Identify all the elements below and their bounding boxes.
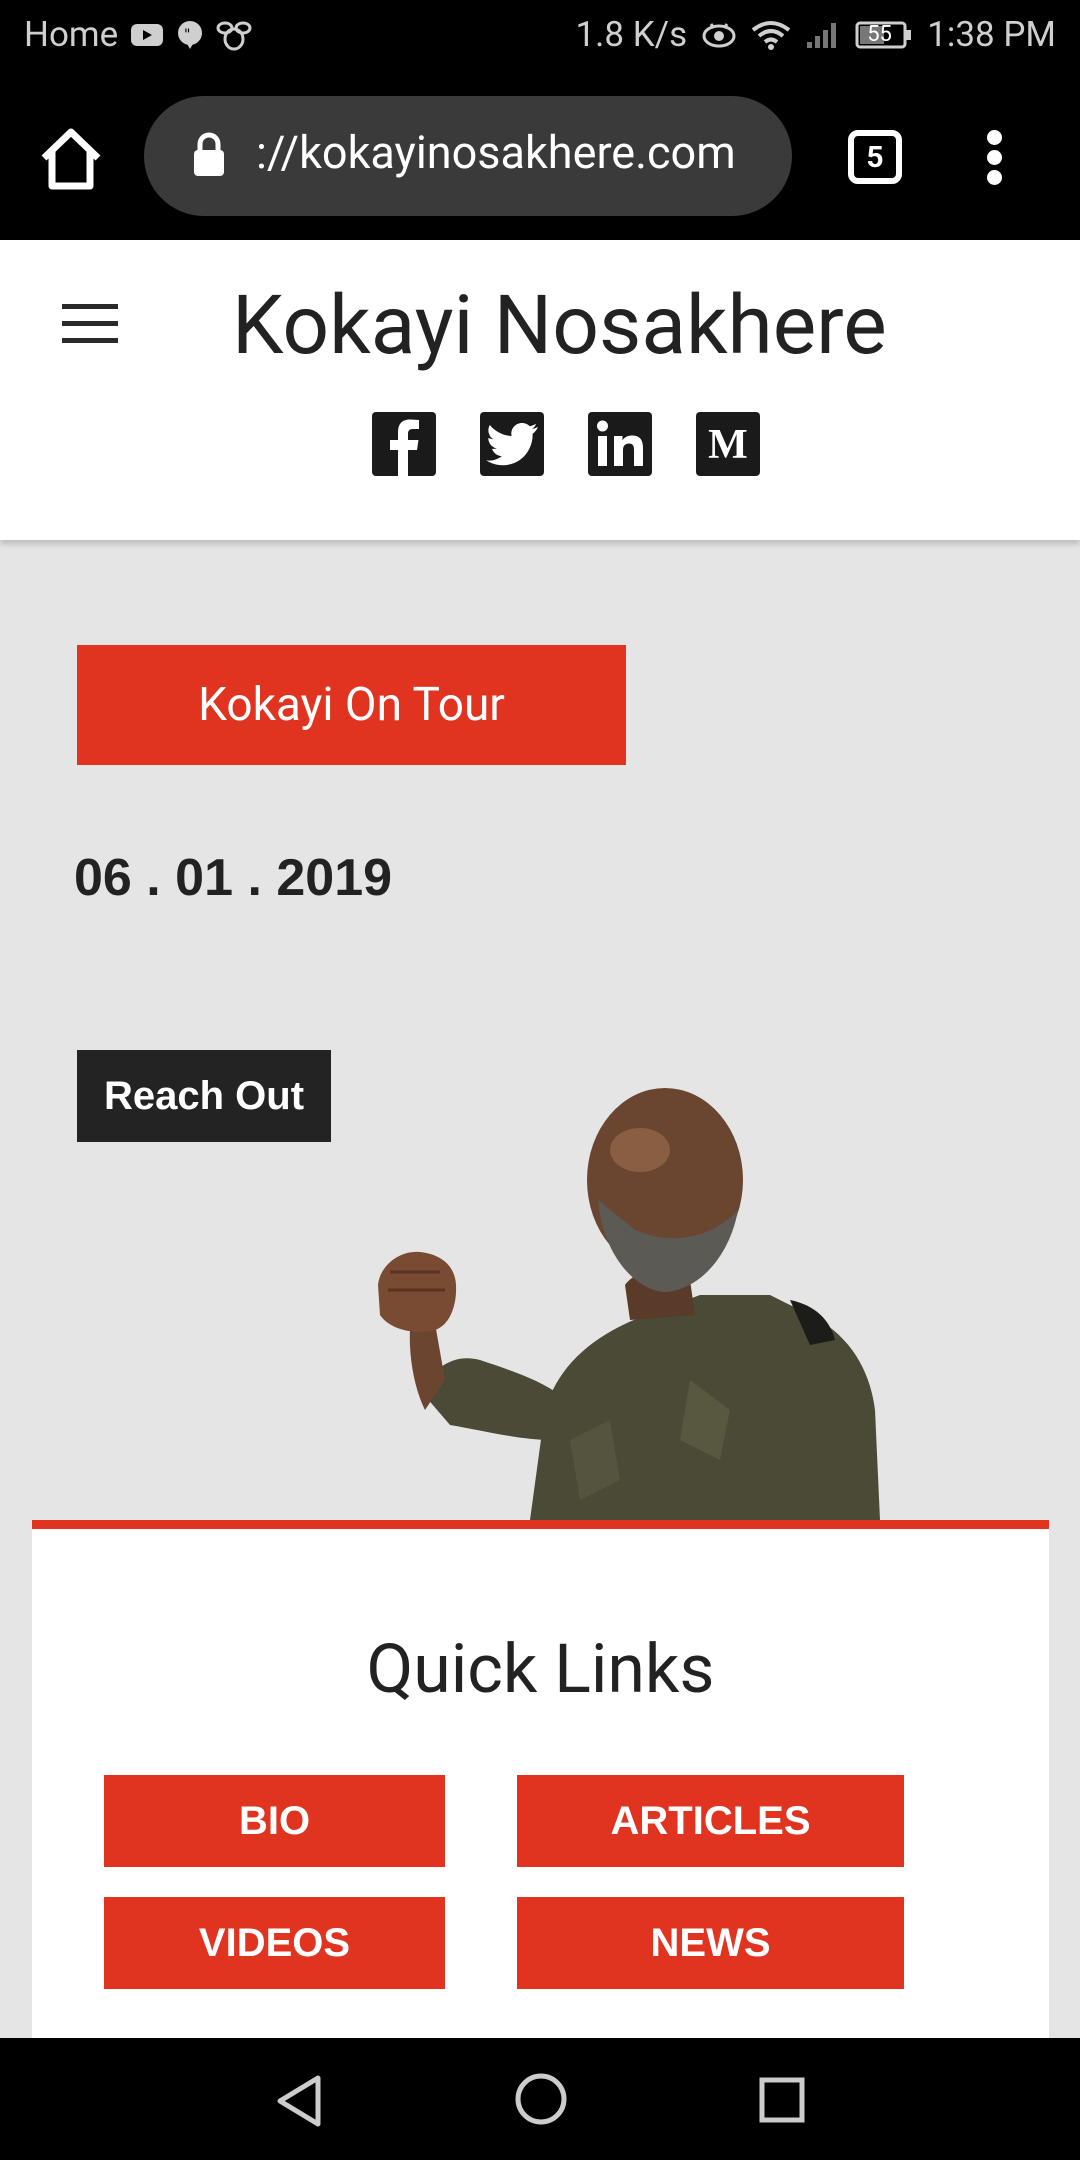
address-bar[interactable]: ://kokayinosakhere.com [144,96,792,216]
network-speed: 1.8 K/s [575,14,688,55]
bio-button[interactable]: BIO [104,1775,445,1867]
videos-button[interactable]: VIDEOS [104,1897,445,1989]
youtube-notification-icon [130,22,164,48]
bee-notification-icon [216,19,252,51]
medium-icon[interactable]: M [696,412,760,476]
browser-home-icon[interactable] [36,126,106,192]
hamburger-menu-icon[interactable] [62,304,118,344]
linkedin-icon[interactable] [588,412,652,476]
status-bar: Home " 1.8 K/s 55 1:38 PM [0,0,1080,74]
news-button[interactable]: NEWS [517,1897,904,1989]
quick-links-title: Quick Links [366,1629,715,1709]
system-navigation-bar [0,2038,1080,2160]
kokayi-on-tour-button[interactable]: Kokayi On Tour [77,645,626,765]
status-home-label: Home [24,14,119,55]
signal-icon [805,20,841,50]
battery-level: 55 [867,21,892,47]
quick-links-card: Quick Links BIO ARTICLES VIDEOS NEWS [32,1520,1049,2040]
wifi-icon [751,20,791,50]
articles-button[interactable]: ARTICLES [517,1775,904,1867]
eye-comfort-icon [701,20,737,50]
portrait-image [370,1080,935,1520]
social-links: M [372,412,760,476]
battery-icon: 55 [855,20,913,50]
twitter-icon[interactable] [480,412,544,476]
facebook-icon[interactable] [372,412,436,476]
svg-text:": " [184,27,190,43]
tab-switcher-button[interactable]: 5 [848,130,902,184]
site-title[interactable]: Kokayi Nosakhere [232,278,887,374]
chat-notification-icon: " [176,20,204,50]
url-text: ://kokayinosakhere.com [256,126,736,179]
back-icon[interactable] [274,2074,324,2132]
event-date: 06 . 01 . 2019 [74,849,393,907]
home-circle-icon[interactable] [514,2072,568,2130]
more-options-icon[interactable] [980,130,1010,186]
clock: 1:38 PM [927,14,1056,55]
reach-out-button[interactable]: Reach Out [77,1050,331,1142]
site-header: Kokayi Nosakhere M [0,240,1080,540]
recent-apps-icon[interactable] [758,2076,806,2128]
lock-icon [192,132,226,182]
browser-toolbar: ://kokayinosakhere.com 5 [0,74,1080,240]
svg-text:M: M [708,422,748,468]
